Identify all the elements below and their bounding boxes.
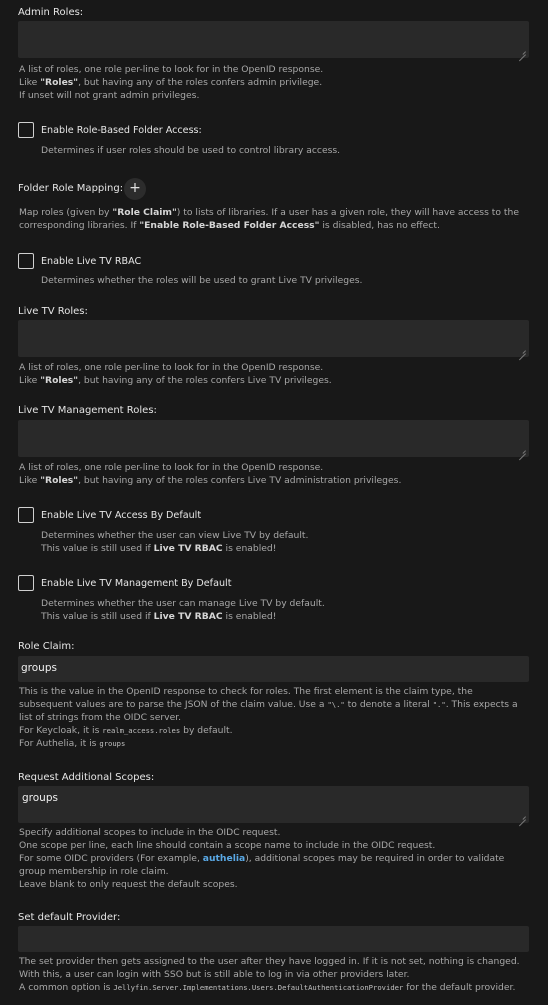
role-claim-input[interactable]: groups [18, 656, 529, 682]
enable-rbac-folder-checkbox[interactable] [18, 122, 34, 138]
role-claim-label: Role Claim: [18, 641, 75, 652]
live-tv-mgmt-roles-description: A list of roles, one role per-line to lo… [19, 462, 402, 486]
request-scopes-label: Request Additional Scopes: [18, 772, 155, 783]
enable-rbac-folder-description: Determines if user roles should be used … [41, 145, 341, 156]
add-mapping-button[interactable]: + [124, 178, 146, 200]
resize-grip-icon[interactable] [519, 813, 526, 820]
live-tv-mgmt-default-description: Determines whether the user can manage L… [41, 598, 325, 622]
resize-grip-icon[interactable] [519, 347, 526, 354]
admin-roles-description: A list of roles, one role per-line to lo… [19, 64, 324, 101]
default-provider-description: The set provider then gets assigned to t… [19, 956, 520, 993]
live-tv-mgmt-default-label: Enable Live TV Management By Default [41, 578, 232, 589]
enable-live-tv-rbac-description: Determines whether the roles will be use… [41, 275, 363, 286]
enable-live-tv-rbac-label: Enable Live TV RBAC [41, 256, 142, 267]
folder-role-mapping-label: Folder Role Mapping: [18, 183, 124, 194]
folder-role-mapping-description: Map roles (given by "Role Claim") to lis… [19, 207, 519, 231]
live-tv-mgmt-roles-textarea[interactable] [18, 420, 529, 457]
live-tv-access-default-label: Enable Live TV Access By Default [41, 510, 202, 521]
plus-icon: + [129, 180, 141, 196]
request-scopes-description: Specify additional scopes to include in … [19, 827, 505, 890]
default-provider-label: Set default Provider: [18, 912, 121, 923]
admin-roles-textarea[interactable] [18, 21, 529, 58]
live-tv-roles-label: Live TV Roles: [18, 306, 88, 317]
admin-roles-label: Admin Roles: [18, 7, 84, 18]
resize-grip-icon[interactable] [519, 447, 526, 454]
request-scopes-textarea[interactable]: groups [18, 786, 529, 823]
live-tv-access-default-checkbox[interactable] [18, 507, 34, 523]
enable-rbac-folder-label: Enable Role-Based Folder Access: [41, 125, 202, 136]
live-tv-roles-description: A list of roles, one role per-line to lo… [19, 362, 332, 386]
resize-grip-icon[interactable] [519, 48, 526, 55]
live-tv-mgmt-roles-label: Live TV Management Roles: [18, 405, 157, 416]
live-tv-roles-textarea[interactable] [18, 320, 529, 357]
enable-live-tv-rbac-checkbox[interactable] [18, 253, 34, 269]
live-tv-access-default-description: Determines whether the user can view Liv… [41, 530, 309, 554]
authelia-link[interactable]: authelia [203, 853, 245, 864]
live-tv-mgmt-default-checkbox[interactable] [18, 575, 34, 591]
role-claim-description: This is the value in the OpenID response… [19, 686, 518, 749]
default-provider-input[interactable] [18, 926, 529, 952]
